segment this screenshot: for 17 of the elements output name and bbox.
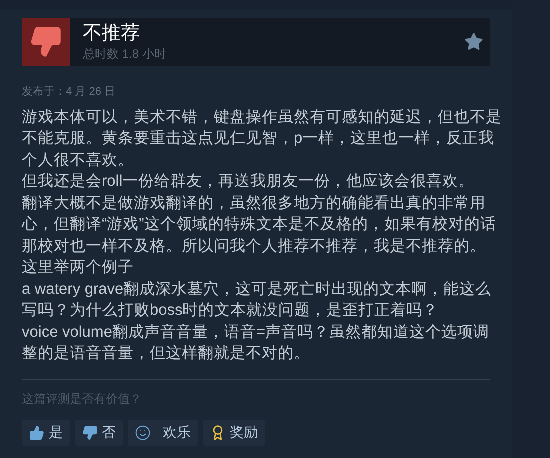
- post-date: 发布于：4 月 26 日: [22, 85, 117, 100]
- thumbs-up-icon: [29, 424, 45, 440]
- star-icon[interactable]: [464, 32, 484, 52]
- review-paragraph: a watery grave翻成深水墓穴，这可是死亡时出现的文本啊，能这么写吗？为什么打败boss时的文本就没问题，是歪打正着吗？: [22, 280, 493, 321]
- review-paragraph: voice volume翻成声音音量，语音=声音吗？虽然都知道这个选项调整的是语音音量，但这样翻就是不对的。: [22, 322, 491, 364]
- review-paragraph: 翻译大概不是做游戏翻译的，虽然很多地方的确能看出真的非常用心，但翻译“游戏”这个领域的特殊文本是不及格的，如果有校对的话那校对也一样不及格。所以问我个人推荐不推荐，我是不推荐的。: [22, 194, 498, 256]
- vote-button[interactable]: 否: [75, 420, 123, 446]
- vote-button[interactable]: 欢乐: [128, 420, 198, 446]
- review-paragraph: 这里举两个例子: [22, 258, 135, 278]
- review-paragraph: 但我还是会roll一份给群友，再送我朋友一份，他应该会很喜欢。: [22, 172, 476, 192]
- review-paragraph: 游戏本体可以，美术不错，键盘操作虽然有可感知的延迟，但也不是不能克服。黄条要重击这点见仁见智，p一样，这里也一样，反正我个人很不喜欢。: [22, 108, 502, 170]
- review-verdict: 不推荐: [83, 22, 141, 46]
- vote-button[interactable]: 是: [22, 420, 70, 446]
- playtime: 总时数 1.8 小时: [83, 46, 166, 62]
- smiley-icon: [135, 424, 151, 440]
- thumbs-down-icon: [82, 424, 98, 440]
- vote-button[interactable]: 奖励: [203, 420, 265, 446]
